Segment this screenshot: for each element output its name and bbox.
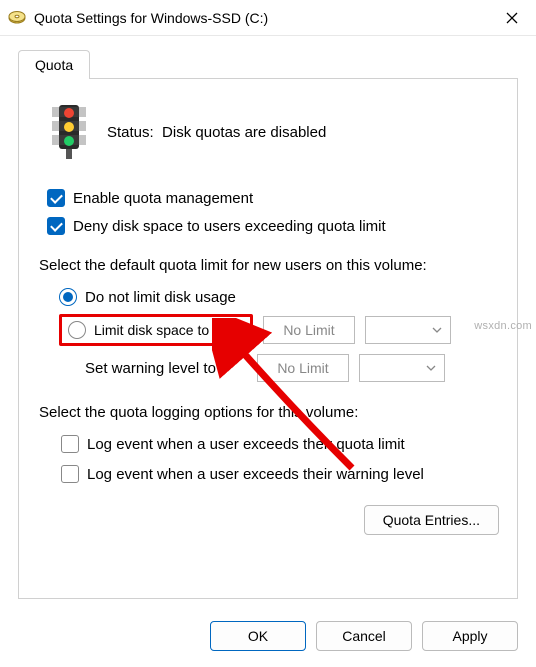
enable-quota-row: Enable quota management bbox=[47, 189, 499, 207]
warn-value-input[interactable] bbox=[257, 354, 349, 382]
content-area: Quota Status: Disk quotas are disabled bbox=[0, 36, 536, 609]
radio-limit-row: Limit disk space to bbox=[59, 314, 499, 346]
section-default-limit: Select the default quota limit for new u… bbox=[39, 257, 499, 274]
tab-quota[interactable]: Quota bbox=[18, 50, 90, 79]
deny-space-checkbox[interactable] bbox=[47, 217, 65, 235]
deny-space-row: Deny disk space to users exceeding quota… bbox=[47, 217, 499, 235]
enable-quota-checkbox[interactable] bbox=[47, 189, 65, 207]
radio-no-limit[interactable] bbox=[59, 288, 77, 306]
radio-limit-to[interactable] bbox=[68, 321, 86, 339]
cancel-button[interactable]: Cancel bbox=[316, 621, 412, 651]
limit-value-input[interactable] bbox=[263, 316, 355, 344]
radio-no-limit-row: Do not limit disk usage bbox=[59, 288, 499, 306]
disk-icon bbox=[8, 9, 26, 27]
warning-label: Set warning level to bbox=[59, 360, 247, 377]
log-exceed-warn-row: Log event when a user exceeds their warn… bbox=[61, 465, 499, 483]
window-title: Quota Settings for Windows-SSD (C:) bbox=[34, 10, 492, 26]
highlight-box: Limit disk space to bbox=[59, 314, 253, 346]
deny-space-label: Deny disk space to users exceeding quota… bbox=[73, 218, 386, 235]
log-exceed-limit-label: Log event when a user exceeds their quot… bbox=[87, 436, 405, 453]
titlebar: Quota Settings for Windows-SSD (C:) bbox=[0, 0, 536, 36]
warn-unit-select[interactable] bbox=[359, 354, 445, 382]
close-button[interactable] bbox=[492, 3, 532, 33]
tabs: Quota bbox=[18, 50, 518, 79]
log-exceed-limit-row: Log event when a user exceeds their quot… bbox=[61, 435, 499, 453]
radio-no-limit-label: Do not limit disk usage bbox=[85, 289, 236, 306]
log-exceed-warn-checkbox[interactable] bbox=[61, 465, 79, 483]
log-exceed-warn-label: Log event when a user exceeds their warn… bbox=[87, 466, 424, 483]
limit-unit-select[interactable] bbox=[365, 316, 451, 344]
radio-limit-to-label: Limit disk space to bbox=[94, 322, 244, 338]
traffic-light-icon bbox=[49, 103, 89, 161]
quota-entries-button[interactable]: Quota Entries... bbox=[364, 505, 499, 535]
tab-body-quota: Status: Disk quotas are disabled Enable … bbox=[18, 79, 518, 599]
log-exceed-limit-checkbox[interactable] bbox=[61, 435, 79, 453]
status-prefix: Status: bbox=[107, 124, 154, 141]
status-text: Status: Disk quotas are disabled bbox=[107, 124, 326, 141]
apply-button[interactable]: Apply bbox=[422, 621, 518, 651]
status-value: Disk quotas are disabled bbox=[162, 124, 326, 141]
status-row: Status: Disk quotas are disabled bbox=[49, 103, 499, 161]
warning-row: Set warning level to bbox=[59, 354, 499, 382]
quota-entries-row: Quota Entries... bbox=[37, 505, 499, 535]
ok-button[interactable]: OK bbox=[210, 621, 306, 651]
footer-buttons: OK Cancel Apply bbox=[0, 609, 536, 665]
enable-quota-label: Enable quota management bbox=[73, 190, 253, 207]
watermark: wsxdn.com bbox=[474, 320, 532, 332]
section-logging: Select the quota logging options for thi… bbox=[39, 404, 499, 421]
